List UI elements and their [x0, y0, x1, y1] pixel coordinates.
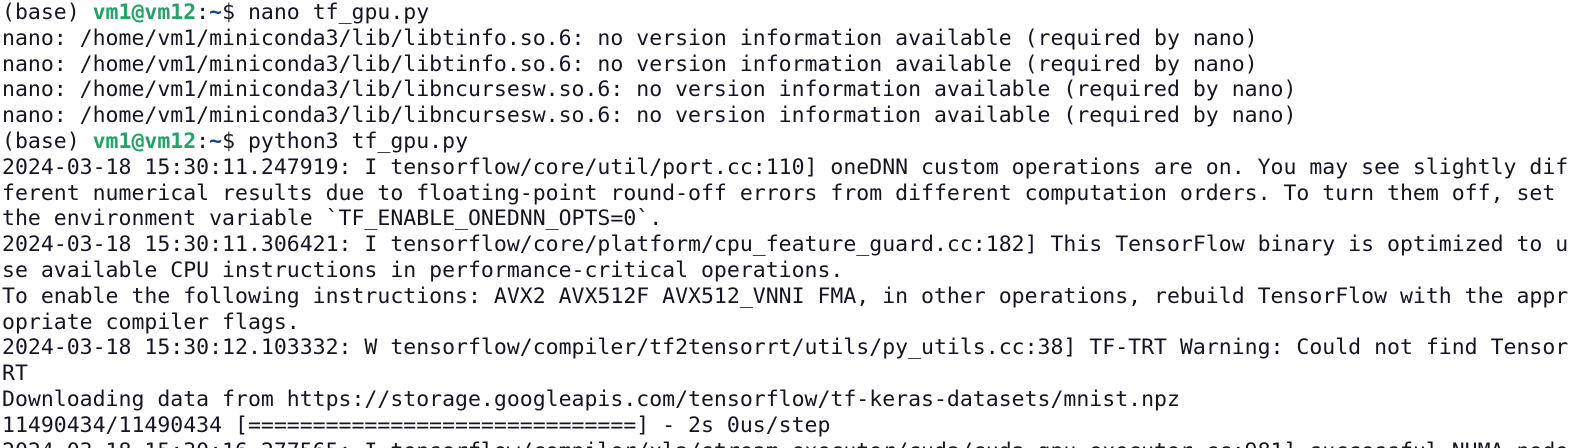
- current-path: ~: [209, 0, 223, 25]
- terminal-scrollbar[interactable]: [1574, 0, 1590, 448]
- prompt-colon: :: [196, 128, 210, 154]
- output-line: 2024-03-18 15:30:11.247919: I tensorflow…: [2, 154, 1569, 180]
- output-line: nano: /home/vm1/miniconda3/lib/libtinfo.…: [2, 25, 1258, 51]
- output-line: nano: /home/vm1/miniconda3/lib/libncurse…: [2, 103, 1297, 129]
- output-line: To enable the following instructions: AV…: [2, 283, 1569, 309]
- output-line: the environment variable `TF_ENABLE_ONED…: [2, 206, 663, 232]
- user-host: vm1@vm12: [92, 128, 197, 154]
- prompt-line: (base) vm1@vm12:~$ nano tf_gpu.py: [2, 0, 1574, 26]
- prompt-dollar: $: [222, 0, 248, 25]
- conda-env: (base): [2, 0, 93, 25]
- command-text: python3 tf_gpu.py: [247, 128, 469, 154]
- output-line: 2024-03-18 15:30:12.103332: W tensorflow…: [2, 335, 1569, 361]
- output-line: se available CPU instructions in perform…: [2, 257, 844, 283]
- output-line: nano: /home/vm1/miniconda3/lib/libncurse…: [2, 77, 1297, 103]
- output-line: 2024-03-18 15:30:16.277565: I tensorflow…: [2, 439, 1574, 448]
- prompt-dollar: $: [222, 128, 248, 154]
- output-line: 2024-03-18 15:30:11.306421: I tensorflow…: [2, 232, 1569, 258]
- output-line: nano: /home/vm1/miniconda3/lib/libtinfo.…: [2, 51, 1258, 77]
- conda-env: (base): [2, 128, 93, 154]
- output-line: opriate compiler flags.: [2, 309, 300, 335]
- output-line: Downloading data from https://storage.go…: [2, 386, 1180, 412]
- prompt-colon: :: [196, 0, 210, 25]
- prompt-line: (base) vm1@vm12:~$ python3 tf_gpu.py: [2, 129, 1574, 155]
- command-text: nano tf_gpu.py: [247, 0, 430, 25]
- terminal-window[interactable]: (base) vm1@vm12:~$ nano tf_gpu.py nano: …: [0, 0, 1574, 448]
- current-path: ~: [209, 128, 223, 154]
- user-host: vm1@vm12: [92, 0, 197, 25]
- output-line: ferent numerical results due to floating…: [2, 180, 1556, 206]
- output-line: RT: [2, 361, 28, 387]
- progress-line: 11490434/11490434 [=====================…: [2, 412, 831, 438]
